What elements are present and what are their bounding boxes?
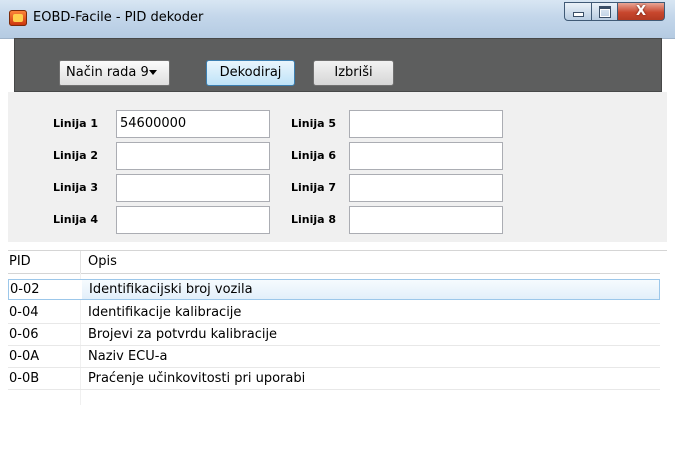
table-row[interactable]: 0-0B Praćenje učinkovitosti pri uporabi [8, 369, 660, 390]
title-bar[interactable]: EOBD-Facile - PID dekoder X [0, 0, 675, 39]
line-8-field[interactable] [349, 206, 503, 234]
line-1-label: Linija 1 [53, 117, 99, 130]
line-2-label: Linija 2 [53, 149, 99, 162]
line-7-label: Linija 7 [291, 181, 337, 194]
row-desc: Naziv ECU-a [88, 349, 168, 364]
line-4-label: Linija 4 [53, 213, 99, 226]
line-3-field[interactable] [116, 174, 270, 202]
minimize-button[interactable] [564, 2, 592, 21]
table-row[interactable]: 0-06 Brojevi za potvrdu kalibracije [8, 325, 660, 346]
list-header: PID Opis [8, 251, 660, 274]
column-header-pid[interactable]: PID [9, 254, 31, 269]
column-header-opis[interactable]: Opis [88, 254, 117, 269]
minimize-icon [572, 12, 584, 17]
line-7-field[interactable] [349, 174, 503, 202]
pid-list[interactable]: PID Opis 0-02 Identifikacijski broj vozi… [8, 250, 667, 450]
table-row[interactable]: 0-0A Naziv ECU-a [8, 347, 660, 368]
close-button[interactable]: X [618, 2, 665, 21]
line-8-label: Linija 8 [291, 213, 337, 226]
mode-select-value: Način rada 9 [66, 65, 149, 80]
line-6-label: Linija 6 [291, 149, 337, 162]
pid-decoder-window: EOBD-Facile - PID dekoder X Način rada 9… [0, 0, 675, 450]
row-desc: Brojevi za potvrdu kalibracije [88, 327, 278, 342]
table-row[interactable]: 0-04 Identifikacije kalibracije [8, 303, 660, 324]
decode-button[interactable]: Dekodiraj [206, 60, 295, 86]
line-4-field[interactable] [116, 206, 270, 234]
window-title: EOBD-Facile - PID dekoder [33, 10, 204, 25]
close-icon: X [635, 4, 647, 19]
line-2-field[interactable] [116, 142, 270, 170]
row-desc: Praćenje učinkovitosti pri uporabi [88, 371, 306, 386]
line-6-field[interactable] [349, 142, 503, 170]
row-pid: 0-0B [9, 371, 40, 386]
line-5-field[interactable] [349, 110, 503, 138]
row-desc: Identifikacijski broj vozila [89, 282, 253, 297]
row-pid: 0-06 [9, 327, 39, 342]
row-pid: 0-02 [10, 282, 40, 297]
maximize-icon [598, 5, 611, 18]
toolbar: Način rada 9 Dekodiraj Izbriši [14, 38, 662, 92]
row-pid: 0-04 [9, 305, 39, 320]
table-row[interactable]: 0-02 Identifikacijski broj vozila [8, 279, 660, 300]
maximize-button[interactable] [592, 2, 618, 21]
line-5-label: Linija 5 [291, 117, 337, 130]
line-3-label: Linija 3 [53, 181, 99, 194]
app-icon[interactable] [9, 10, 27, 26]
mode-select[interactable]: Način rada 9 [59, 60, 170, 86]
caption-buttons: X [564, 2, 665, 22]
row-pid: 0-0A [9, 349, 40, 364]
chevron-down-icon [149, 70, 157, 75]
row-desc: Identifikacije kalibracije [88, 305, 242, 320]
column-divider[interactable] [80, 251, 81, 273]
line-1-field[interactable]: 54600000 [116, 110, 270, 138]
clear-button[interactable]: Izbriši [313, 60, 394, 86]
input-panel: Linija 1 54600000 Linija 2 Linija 3 Lini… [8, 92, 667, 242]
